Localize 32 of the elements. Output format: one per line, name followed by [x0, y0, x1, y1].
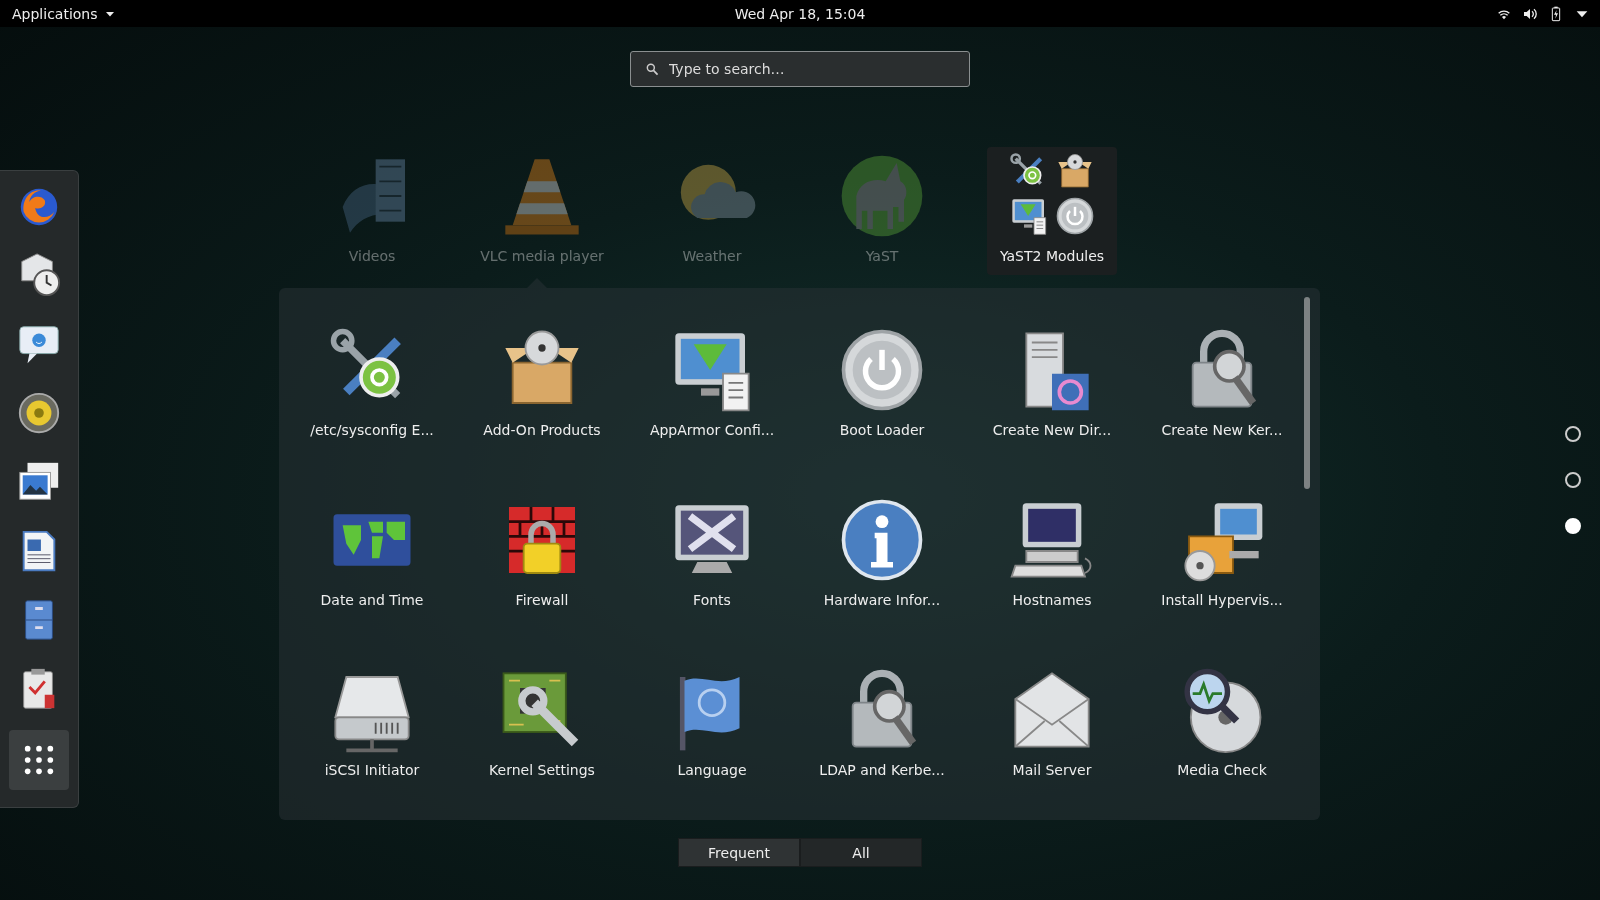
folder-button[interactable]: YaST2 Modules	[987, 147, 1117, 275]
search-field[interactable]: Type to search…	[630, 51, 970, 87]
applications-menu[interactable]: Applications	[10, 5, 118, 22]
app-launcher[interactable]: Language	[627, 666, 797, 836]
app-launcher[interactable]: Date and Time	[287, 496, 457, 666]
view-tab[interactable]: All	[800, 838, 922, 867]
monitor-document-icon	[1009, 196, 1049, 236]
app-launcher[interactable]: AppArmor Confi...	[627, 326, 797, 496]
app-launcher[interactable]: Firewall	[457, 496, 627, 666]
power-icon	[1055, 196, 1095, 236]
page-indicator[interactable]	[1565, 426, 1581, 442]
app-launcher[interactable]: Media Check	[1137, 666, 1307, 836]
app-launcher[interactable]: Create New Dir...	[967, 326, 1137, 496]
show-applications-button[interactable]	[9, 730, 69, 790]
app-launcher[interactable]: Kernel Settings	[457, 666, 627, 836]
app-launcher[interactable]: Boot Loader	[797, 326, 967, 496]
app-launcher[interactable]: /etc/sysconfig E...	[287, 326, 457, 496]
app-launcher[interactable]: Install Hypervis...	[1137, 496, 1307, 666]
app-launcher[interactable]: LDAP and Kerbe...	[797, 666, 967, 836]
page-indicator[interactable]	[1565, 472, 1581, 488]
app-launcher[interactable]: Fonts	[627, 496, 797, 666]
search-icon	[645, 62, 659, 76]
app-launcher[interactable]: iSCSI Initiator	[287, 666, 457, 836]
view-tab[interactable]: Frequent	[678, 838, 800, 867]
speaker-icon[interactable]	[16, 390, 62, 436]
app-launcher[interactable]: Hardware Infor...	[797, 496, 967, 666]
grid-icon	[22, 743, 56, 777]
app-launcher[interactable]: Mail Server	[967, 666, 1137, 836]
app-launcher[interactable]: Add-On Products	[457, 326, 627, 496]
date-time-button[interactable]: Wed Apr 18, 15:04	[732, 5, 868, 22]
scrollbar-thumb[interactable]	[1304, 297, 1310, 489]
app-launcher[interactable]: Hostnames	[967, 496, 1137, 666]
